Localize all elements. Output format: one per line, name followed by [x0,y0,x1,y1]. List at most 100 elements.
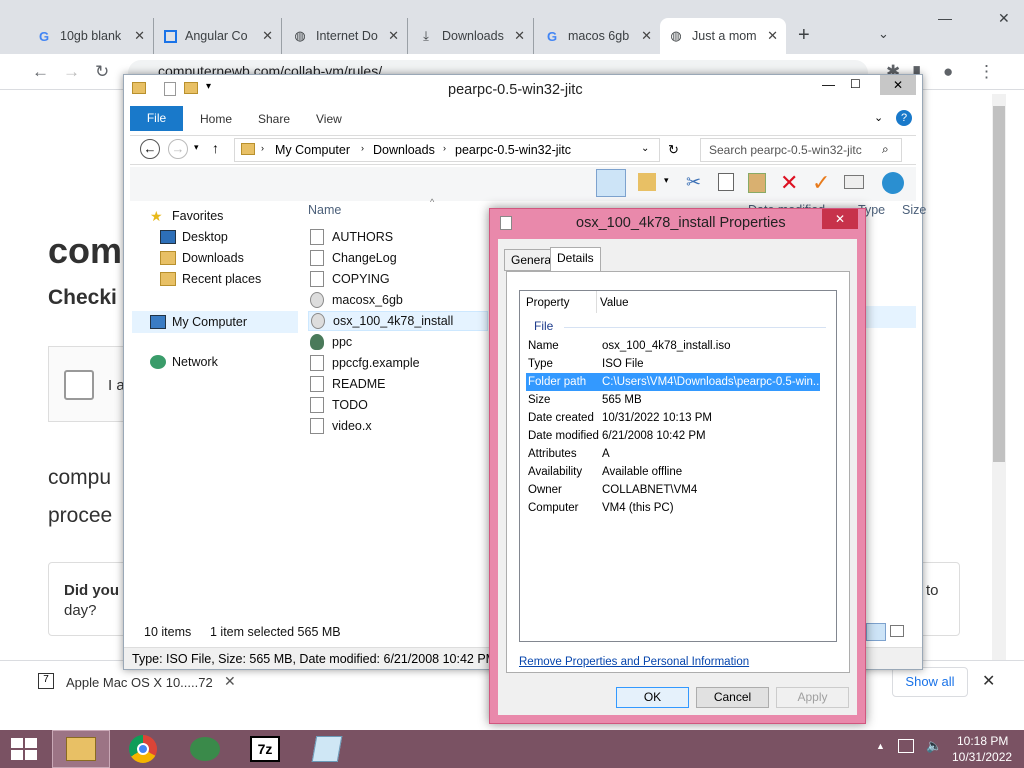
column-header-value[interactable]: Value [600,297,629,309]
download-close-icon[interactable]: ✕ [224,673,236,690]
clock-date[interactable]: 10/31/2022 [952,750,1012,764]
explorer-close-icon[interactable]: ✕ [880,75,916,95]
chevron-down-icon[interactable]: ⌄ [641,143,649,154]
checkmark-icon[interactable]: ✓ [812,170,830,196]
file-row[interactable]: COPYING [308,269,390,289]
nav-recent-places[interactable]: Recent places [160,272,261,286]
back-icon[interactable]: ← [140,139,160,159]
tab-10gb-blank[interactable]: G 10gb blank ✕ [28,18,154,54]
nav-my-computer[interactable]: My Computer [132,311,298,333]
file-row[interactable]: ChangeLog [308,248,397,268]
search-input[interactable]: Search pearpc-0.5-win32-jitc [700,138,902,162]
taskbar-chrome[interactable] [114,730,172,768]
menu-icon[interactable]: ⋮ [978,62,995,82]
reload-icon[interactable]: ↻ [95,62,109,82]
breadcrumb-downloads[interactable]: Downloads [373,143,435,157]
chevron-down-icon[interactable]: ▾ [664,175,669,186]
apply-button[interactable]: Apply [776,687,849,708]
delete-icon[interactable]: ✕ [780,170,798,196]
nav-downloads[interactable]: Downloads [160,251,244,265]
forward-icon[interactable]: → [63,62,80,82]
details-view-icon[interactable] [866,623,886,641]
forward-icon[interactable]: → [168,139,188,159]
file-row-selected[interactable]: osx_100_4k78_install [308,311,488,331]
preview-pane-icon[interactable] [596,169,626,197]
scrollbar-thumb[interactable] [993,106,1005,462]
property-row[interactable]: Computer VM4 (this PC) [526,499,820,517]
breadcrumb[interactable]: › My Computer › Downloads › pearpc-0.5-w… [234,138,660,162]
back-icon[interactable]: ← [32,62,49,82]
nav-network[interactable]: Network [150,355,218,369]
dialog-close-icon[interactable]: ✕ [822,209,858,229]
close-icon[interactable]: ✕ [641,28,652,44]
file-row[interactable]: ppccfg.example [308,353,420,373]
file-row[interactable]: README [308,374,385,394]
copy-icon[interactable] [718,173,734,191]
cut-icon[interactable]: ✂ [686,172,701,193]
property-row[interactable]: Date created 10/31/2022 10:13 PM [526,409,820,427]
property-row[interactable]: Name osx_100_4k78_install.iso [526,337,820,355]
file-row[interactable]: video.x [308,416,372,436]
file-row[interactable]: ppc [308,332,352,352]
property-list[interactable]: Property Value File Name osx_100_4k78_ins… [519,290,837,642]
nav-favorites[interactable]: ★ Favorites [150,209,223,223]
close-icon[interactable]: ✕ [514,28,525,44]
file-row[interactable]: macosx_6gb [308,290,403,310]
tab-just-a-moment[interactable]: ◍ Just a mom ✕ [660,18,786,54]
window-close-icon[interactable]: ✕ [998,10,1010,27]
new-tab-icon[interactable]: + [798,24,810,47]
property-row[interactable]: Attributes A [526,445,820,463]
properties-icon[interactable] [164,82,176,96]
minimize-icon[interactable]: — [938,10,952,26]
property-row[interactable]: Size 565 MB [526,391,820,409]
tray-chevron-icon[interactable]: ▲ [876,741,885,751]
nav-desktop[interactable]: Desktop [160,230,228,244]
network-status-icon[interactable] [898,739,914,753]
maximize-icon[interactable]: ☐ [850,77,861,91]
search-icon[interactable]: ⌕ [882,142,889,157]
folder-options-icon[interactable] [638,173,656,191]
quick-access-dropdown-icon[interactable]: ▾ [206,81,211,92]
clock-time[interactable]: 10:18 PM [957,734,1008,748]
minimize-icon[interactable]: — [822,77,835,92]
tab-internet-do[interactable]: ◍ Internet Do ✕ [284,18,408,54]
profile-icon[interactable]: ● [943,62,953,82]
taskbar-explorer[interactable] [52,730,110,768]
taskbar-7zip[interactable]: 7z [236,730,294,768]
tab-downloads[interactable]: ⤓ Downloads ✕ [410,18,534,54]
rename-icon[interactable] [844,175,864,189]
ribbon-home-tab[interactable]: Home [200,112,232,126]
large-icons-view-icon[interactable] [890,625,904,637]
breadcrumb-current-folder[interactable]: pearpc-0.5-win32-jitc [455,143,571,157]
ok-button[interactable]: OK [616,687,689,708]
captcha-checkbox[interactable] [64,370,94,400]
ribbon-expand-icon[interactable]: ⌄ [874,111,883,124]
network-globe-icon[interactable] [882,172,904,194]
file-row[interactable]: AUTHORS [308,227,393,247]
column-header-property[interactable]: Property [526,297,569,309]
file-row[interactable]: TODO [308,395,368,415]
tab-search-icon[interactable]: ⌄ [878,26,889,42]
cancel-button[interactable]: Cancel [696,687,769,708]
download-filename[interactable]: Apple Mac OS X 10.....72 [66,675,213,690]
property-row[interactable]: Type ISO File [526,355,820,373]
close-icon[interactable]: ✕ [134,28,145,44]
ribbon-share-tab[interactable]: Share [258,112,290,126]
breadcrumb-my-computer[interactable]: My Computer [275,143,350,157]
tab-macos-6gb[interactable]: Gmacos 6gb ✕ [536,18,660,54]
new-folder-icon[interactable] [184,82,198,94]
show-all-button[interactable]: Show all [892,667,968,697]
column-header-size[interactable]: Size [902,203,926,217]
refresh-icon[interactable]: ↻ [668,142,679,158]
taskbar-download-manager[interactable] [176,730,234,768]
tab-details[interactable]: Details [550,247,601,272]
close-icon[interactable]: ✕ [262,28,273,44]
property-row[interactable]: Availability Available offline [526,463,820,481]
up-icon[interactable]: ↑ [212,140,219,156]
recent-dropdown-icon[interactable]: ▾ [194,142,199,153]
remove-properties-link[interactable]: Remove Properties and Personal Informati… [519,656,749,668]
ribbon-view-tab[interactable]: View [316,112,342,126]
property-row-selected[interactable]: Folder path C:\Users\VM4\Downloads\pearpc… [526,373,820,391]
volume-icon[interactable]: 🔈 [926,738,942,754]
ribbon-file-tab[interactable]: File [130,106,183,131]
